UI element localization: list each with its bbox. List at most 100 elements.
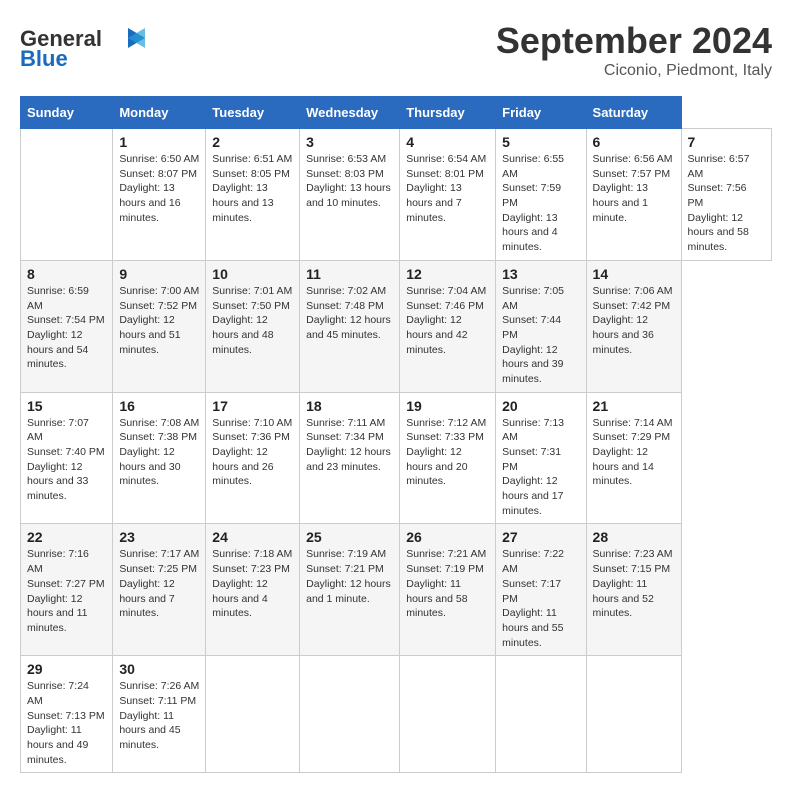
day-number: 6 <box>593 134 675 150</box>
daylight: Daylight: 12 hours and 17 minutes. <box>502 475 563 516</box>
day-number: 7 <box>688 134 765 150</box>
sunset: Sunset: 7:44 PM <box>502 314 561 341</box>
day-number: 14 <box>593 266 675 282</box>
location: Ciconio, Piedmont, Italy <box>496 62 772 80</box>
day-number: 8 <box>27 266 106 282</box>
day-info: Sunrise: 6:54 AM Sunset: 8:01 PM Dayligh… <box>406 152 489 225</box>
calendar-cell: 16 Sunrise: 7:08 AM Sunset: 7:38 PM Dayl… <box>113 392 206 524</box>
calendar-cell: 2 Sunrise: 6:51 AM Sunset: 8:05 PM Dayli… <box>206 129 300 261</box>
day-info: Sunrise: 7:16 AM Sunset: 7:27 PM Dayligh… <box>27 547 106 635</box>
calendar-cell <box>206 656 300 773</box>
day-number: 4 <box>406 134 489 150</box>
daylight: Daylight: 12 hours and 42 minutes. <box>406 314 467 355</box>
daylight: Daylight: 11 hours and 52 minutes. <box>593 578 654 619</box>
day-number: 21 <box>593 398 675 414</box>
daylight: Daylight: 12 hours and 11 minutes. <box>27 593 88 634</box>
day-info: Sunrise: 7:05 AM Sunset: 7:44 PM Dayligh… <box>502 284 579 387</box>
sunrise: Sunrise: 7:08 AM <box>119 417 199 429</box>
calendar-week-2: 8 Sunrise: 6:59 AM Sunset: 7:54 PM Dayli… <box>21 260 772 392</box>
calendar-cell: 6 Sunrise: 6:56 AM Sunset: 7:57 PM Dayli… <box>586 129 681 261</box>
calendar-header-tuesday: Tuesday <box>206 97 300 129</box>
sunrise: Sunrise: 7:06 AM <box>593 285 673 297</box>
sunrise: Sunrise: 7:23 AM <box>593 548 673 560</box>
daylight: Daylight: 13 hours and 7 minutes. <box>406 182 461 223</box>
sunset: Sunset: 8:01 PM <box>406 168 484 180</box>
sunset: Sunset: 7:50 PM <box>212 300 290 312</box>
sunset: Sunset: 7:40 PM <box>27 446 105 458</box>
day-number: 28 <box>593 529 675 545</box>
calendar-cell: 22 Sunrise: 7:16 AM Sunset: 7:27 PM Dayl… <box>21 524 113 656</box>
sunset: Sunset: 8:03 PM <box>306 168 384 180</box>
daylight: Daylight: 12 hours and 54 minutes. <box>27 329 88 370</box>
day-info: Sunrise: 7:12 AM Sunset: 7:33 PM Dayligh… <box>406 416 489 489</box>
sunset: Sunset: 7:31 PM <box>502 446 561 473</box>
day-number: 15 <box>27 398 106 414</box>
sunrise: Sunrise: 6:55 AM <box>502 153 564 180</box>
sunset: Sunset: 7:19 PM <box>406 563 484 575</box>
day-info: Sunrise: 7:21 AM Sunset: 7:19 PM Dayligh… <box>406 547 489 620</box>
calendar-cell: 12 Sunrise: 7:04 AM Sunset: 7:46 PM Dayl… <box>400 260 496 392</box>
daylight: Daylight: 12 hours and 45 minutes. <box>306 314 391 341</box>
daylight: Daylight: 12 hours and 36 minutes. <box>593 314 654 355</box>
calendar-table: SundayMondayTuesdayWednesdayThursdayFrid… <box>20 96 772 773</box>
sunset: Sunset: 7:54 PM <box>27 314 105 326</box>
day-number: 27 <box>502 529 579 545</box>
sunset: Sunset: 7:52 PM <box>119 300 197 312</box>
daylight: Daylight: 12 hours and 7 minutes. <box>119 578 174 619</box>
calendar-cell: 20 Sunrise: 7:13 AM Sunset: 7:31 PM Dayl… <box>496 392 586 524</box>
daylight: Daylight: 12 hours and 30 minutes. <box>119 446 180 487</box>
day-info: Sunrise: 7:23 AM Sunset: 7:15 PM Dayligh… <box>593 547 675 620</box>
sunset: Sunset: 7:33 PM <box>406 431 484 443</box>
day-number: 17 <box>212 398 293 414</box>
day-number: 29 <box>27 661 106 677</box>
sunrise: Sunrise: 7:21 AM <box>406 548 486 560</box>
sunset: Sunset: 7:48 PM <box>306 300 384 312</box>
daylight: Daylight: 12 hours and 1 minute. <box>306 578 391 605</box>
calendar-cell: 15 Sunrise: 7:07 AM Sunset: 7:40 PM Dayl… <box>21 392 113 524</box>
daylight: Daylight: 13 hours and 10 minutes. <box>306 182 391 209</box>
sunrise: Sunrise: 6:59 AM <box>27 285 89 312</box>
daylight: Daylight: 12 hours and 26 minutes. <box>212 446 273 487</box>
calendar-header-monday: Monday <box>113 97 206 129</box>
logo: General Blue <box>20 20 150 75</box>
day-info: Sunrise: 6:55 AM Sunset: 7:59 PM Dayligh… <box>502 152 579 255</box>
day-number: 19 <box>406 398 489 414</box>
day-number: 22 <box>27 529 106 545</box>
calendar-cell <box>400 656 496 773</box>
day-info: Sunrise: 7:01 AM Sunset: 7:50 PM Dayligh… <box>212 284 293 357</box>
sunrise: Sunrise: 7:26 AM <box>119 680 199 692</box>
sunset: Sunset: 7:56 PM <box>688 182 747 209</box>
sunrise: Sunrise: 6:51 AM <box>212 153 292 165</box>
day-number: 30 <box>119 661 199 677</box>
sunrise: Sunrise: 6:50 AM <box>119 153 199 165</box>
day-number: 2 <box>212 134 293 150</box>
day-info: Sunrise: 7:24 AM Sunset: 7:13 PM Dayligh… <box>27 679 106 767</box>
calendar-cell: 25 Sunrise: 7:19 AM Sunset: 7:21 PM Dayl… <box>300 524 400 656</box>
day-info: Sunrise: 6:50 AM Sunset: 8:07 PM Dayligh… <box>119 152 199 225</box>
calendar-cell: 10 Sunrise: 7:01 AM Sunset: 7:50 PM Dayl… <box>206 260 300 392</box>
day-number: 12 <box>406 266 489 282</box>
sunrise: Sunrise: 7:07 AM <box>27 417 89 444</box>
sunset: Sunset: 7:27 PM <box>27 578 105 590</box>
calendar-cell <box>300 656 400 773</box>
daylight: Daylight: 12 hours and 51 minutes. <box>119 314 180 355</box>
sunrise: Sunrise: 7:18 AM <box>212 548 292 560</box>
sunrise: Sunrise: 7:24 AM <box>27 680 89 707</box>
day-info: Sunrise: 7:13 AM Sunset: 7:31 PM Dayligh… <box>502 416 579 519</box>
calendar-cell: 27 Sunrise: 7:22 AM Sunset: 7:17 PM Dayl… <box>496 524 586 656</box>
sunset: Sunset: 7:25 PM <box>119 563 197 575</box>
daylight: Daylight: 13 hours and 1 minute. <box>593 182 648 223</box>
sunrise: Sunrise: 7:05 AM <box>502 285 564 312</box>
sunset: Sunset: 7:21 PM <box>306 563 384 575</box>
daylight: Daylight: 13 hours and 16 minutes. <box>119 182 180 223</box>
sunrise: Sunrise: 7:17 AM <box>119 548 199 560</box>
calendar-week-3: 15 Sunrise: 7:07 AM Sunset: 7:40 PM Dayl… <box>21 392 772 524</box>
calendar-cell <box>586 656 681 773</box>
day-number: 13 <box>502 266 579 282</box>
sunrise: Sunrise: 6:57 AM <box>688 153 750 180</box>
day-number: 16 <box>119 398 199 414</box>
logo-text: General Blue <box>20 20 150 75</box>
calendar-week-4: 22 Sunrise: 7:16 AM Sunset: 7:27 PM Dayl… <box>21 524 772 656</box>
sunset: Sunset: 7:42 PM <box>593 300 671 312</box>
sunrise: Sunrise: 7:14 AM <box>593 417 673 429</box>
